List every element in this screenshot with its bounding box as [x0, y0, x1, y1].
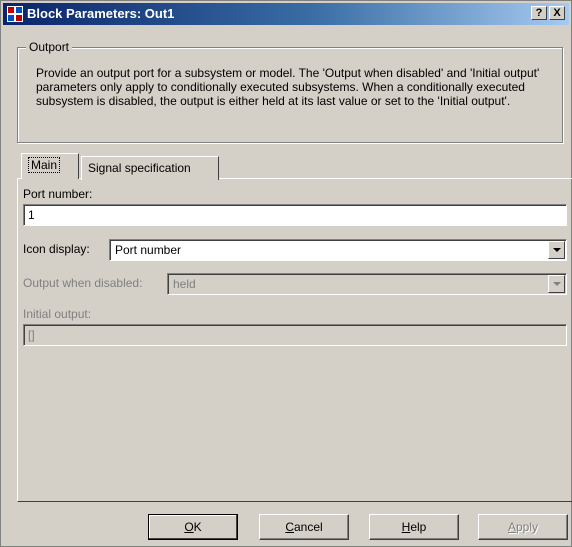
output-when-disabled-value: held	[173, 277, 196, 291]
simulink-block-icon	[7, 6, 23, 22]
ok-rest: K	[193, 520, 202, 534]
apply-button[interactable]: Apply	[478, 514, 568, 540]
close-button[interactable]: X	[549, 6, 565, 20]
cancel-rest: ancel	[293, 520, 323, 534]
tab-signal-label: Signal specification	[88, 161, 191, 175]
group-label: Outport	[26, 40, 73, 54]
window-title: Block Parameters: Out1	[27, 6, 175, 21]
apply-rest: pply	[516, 520, 539, 534]
cancel-button[interactable]: Cancel	[259, 514, 349, 540]
ok-button[interactable]: OK	[148, 514, 238, 540]
help-titlebar-button[interactable]: ?	[531, 6, 547, 20]
icon-display-label: Icon display:	[23, 242, 90, 256]
output-when-disabled-label: Output when disabled:	[23, 276, 143, 290]
title-bar[interactable]: Block Parameters: Out1 ? X	[3, 3, 569, 25]
chevron-down-icon[interactable]	[548, 275, 565, 293]
ok-accel: O	[184, 520, 194, 534]
block-description: Provide an output port for a subsystem o…	[36, 66, 540, 108]
port-number-label: Port number:	[23, 187, 93, 201]
icon-display-select[interactable]: Port number	[109, 239, 567, 261]
tab-main[interactable]: Main	[21, 153, 79, 179]
icon-display-value: Port number	[115, 243, 182, 257]
block-parameters-dialog: Block Parameters: Out1 ? X Outport Provi…	[0, 0, 572, 547]
initial-output-field[interactable]: []	[23, 324, 567, 346]
port-number-field[interactable]: 1	[23, 204, 567, 226]
help-rest: elp	[410, 520, 427, 534]
tab-main-label: Main	[28, 157, 61, 173]
output-when-disabled-select[interactable]: held	[167, 273, 567, 295]
cancel-accel: C	[285, 520, 294, 534]
outport-groupbox: Outport Provide an output port for a sub…	[17, 40, 563, 143]
apply-accel: A	[507, 520, 516, 534]
tab-signal-specification[interactable]: Signal specification	[81, 156, 219, 180]
help-button[interactable]: Help	[369, 514, 459, 540]
initial-output-label: Initial output:	[23, 307, 92, 321]
chevron-down-icon[interactable]	[548, 241, 565, 259]
